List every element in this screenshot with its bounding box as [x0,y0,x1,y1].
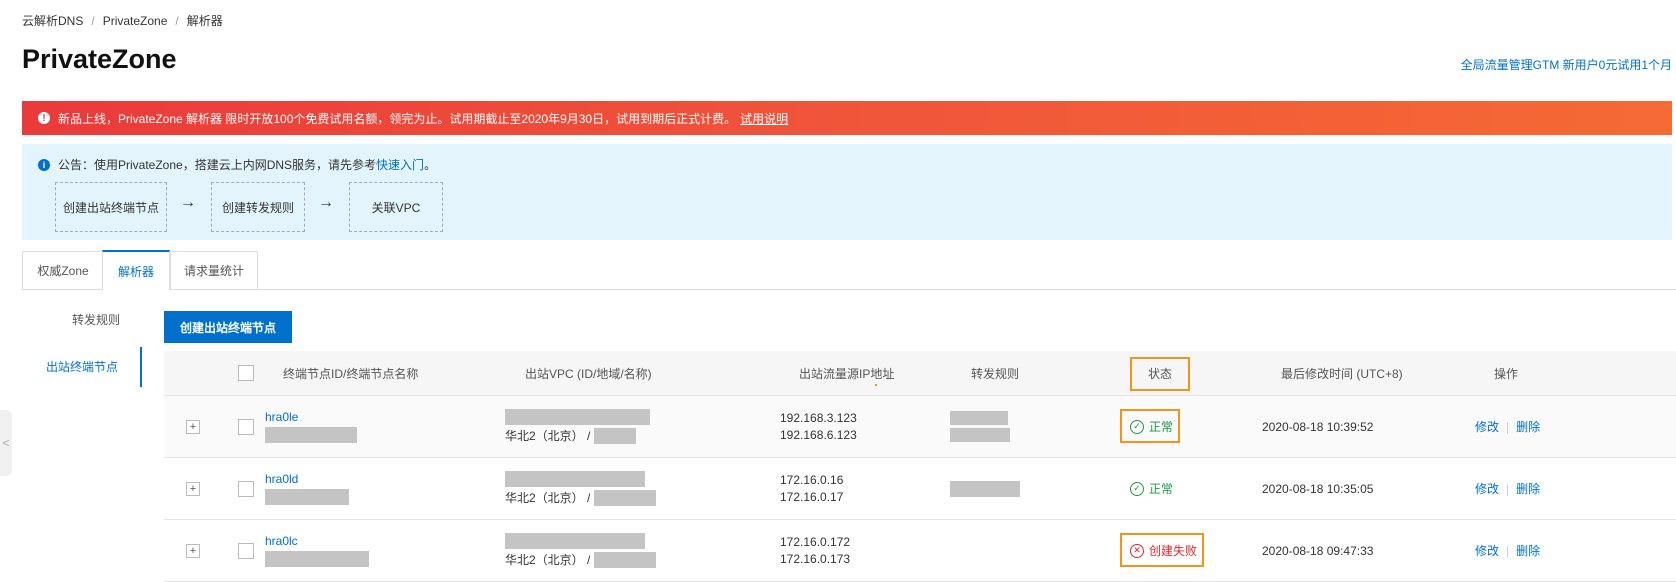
table-row: + hra0lc 华北2（北京） / 172.16.0.172 172.16.0… [164,520,1676,582]
page-title: PrivateZone [22,44,177,74]
side-nav: 转发规则 出站终端节点 [22,300,142,387]
modified-time: 2020-08-18 09:47:33 [1262,543,1374,558]
header-vpc: 出站VPC (ID/地域/名称) [525,366,652,381]
source-ip: 192.168.6.123 [780,427,857,442]
redacted-vpc-name [594,489,657,506]
chevron-left-icon: < [2,436,10,450]
collapse-handle[interactable]: < [0,410,12,476]
endpoint-id-link[interactable]: hra0le [265,410,357,424]
breadcrumb-dns[interactable]: 云解析DNS [22,14,83,28]
header-ip: 出站流量源IP地址 [799,366,895,381]
endpoint-id-link[interactable]: hra0lc [265,534,369,548]
table-row: + hra0ld 华北2（北京） / 172.16.0.16 172.16.0.… [164,458,1676,520]
source-ip: 172.16.0.173 [780,551,851,566]
endpoints-table: 终端节点ID/终端节点名称 出站VPC (ID/地域/名称) 出站流量源IP地址… [164,351,1676,582]
expand-button[interactable]: + [186,458,200,519]
redacted-name [265,551,369,567]
arrow-right-icon: → [180,194,196,211]
step-create-rule: 创建转发规则 [211,182,305,232]
redacted-vpc-id [505,409,650,425]
notice-text: 公告：使用PrivateZone，搭建云上内网DNS服务，请先参考 [58,158,377,172]
divider: | [1506,481,1510,496]
redacted-name [265,427,357,443]
banner-text: 新品上线，PrivateZone 解析器 限时开放100个免费试用名额，领完为止… [58,111,737,126]
header-modified: 最后修改时间 (UTC+8) [1281,366,1403,381]
breadcrumb: 云解析DNS / PrivateZone / 解析器 [22,12,223,29]
delete-link[interactable]: 删除 [1516,480,1540,497]
edit-link[interactable]: 修改 [1475,542,1499,559]
redacted-vpc-id [505,471,645,487]
highlight-dot [875,384,877,386]
redacted-vpc-id [505,533,645,549]
gtm-promo-link[interactable]: 全局流量管理GTM 新用户0元试用1个月 [1461,56,1672,73]
notice-panel: i 公告：使用PrivateZone，搭建云上内网DNS服务，请先参考 快速入门。… [22,144,1672,240]
redacted-rule [950,428,1010,442]
source-ip: 172.16.0.172 [780,534,851,549]
divider: | [1506,419,1510,434]
edit-link[interactable]: 修改 [1475,480,1499,497]
vpc-region: 华北2（北京） / [505,429,591,443]
modified-time: 2020-08-18 10:35:05 [1262,481,1374,496]
side-nav-outbound-endpoints[interactable]: 出站终端节点 [22,347,142,387]
notice-line: i 公告：使用PrivateZone，搭建云上内网DNS服务，请先参考 快速入门。 [38,156,436,173]
step-associate-vpc: 关联VPC [349,182,443,232]
redacted-rule [950,411,1008,425]
arrow-right-icon: → [318,194,334,211]
breadcrumb-separator: / [91,14,95,28]
status-highlight-box [1120,409,1180,443]
breadcrumb-resolver: 解析器 [186,14,223,28]
modified-time: 2020-08-18 10:39:52 [1262,419,1374,434]
table-row: + hra0le 华北2（北京） / 192.168.3.123 192.168… [164,396,1676,458]
row-checkbox[interactable] [238,396,254,457]
status-highlight-box [1120,533,1204,567]
select-all-checkbox[interactable] [238,351,254,395]
redacted-vpc-name [594,551,657,568]
redacted-vpc-name [594,427,637,444]
header-id: 终端节点ID/终端节点名称 [283,366,419,381]
delete-link[interactable]: 删除 [1516,418,1540,435]
promo-banner: ! 新品上线，PrivateZone 解析器 限时开放100个免费试用名额，领完… [22,101,1672,135]
source-ip: 192.168.3.123 [780,410,857,425]
edit-link[interactable]: 修改 [1475,418,1499,435]
breadcrumb-separator: / [175,14,179,28]
header-ops: 操作 [1494,366,1519,381]
breadcrumb-privatezone[interactable]: PrivateZone [103,14,168,28]
status-highlight-box [1130,357,1190,391]
vpc-region: 华北2（北京） / [505,553,591,567]
row-checkbox[interactable] [238,458,254,519]
redacted-rule [950,480,1020,497]
info-icon: ! [38,112,50,124]
status-badge: ✓ 正常 [1130,480,1173,497]
delete-link[interactable]: 删除 [1516,542,1540,559]
vpc-region: 华北2（北京） / [505,491,591,505]
redacted-name [265,489,349,505]
header-rules: 转发规则 [971,366,1020,381]
info-icon: i [38,158,50,171]
tab-bar: 权威Zone 解析器 请求量统计 [22,250,1676,290]
trial-info-link[interactable]: 试用说明 [740,110,788,127]
notice-suffix: 。 [424,158,437,172]
source-ip: 172.16.0.17 [780,489,844,504]
side-nav-forwarding-rules[interactable]: 转发规则 [22,300,142,340]
tab-authoritative-zone[interactable]: 权威Zone [22,251,104,289]
expand-button[interactable]: + [186,520,200,581]
divider: | [1506,543,1510,558]
table-header: 终端节点ID/终端节点名称 出站VPC (ID/地域/名称) 出站流量源IP地址… [164,351,1676,396]
check-circle-icon: ✓ [1130,481,1144,496]
row-checkbox[interactable] [238,520,254,581]
step-create-endpoint: 创建出站终端节点 [55,182,167,232]
expand-button[interactable]: + [186,396,200,457]
endpoint-id-link[interactable]: hra0ld [265,472,349,486]
source-ip: 172.16.0.16 [780,472,844,487]
tab-request-stats[interactable]: 请求量统计 [170,251,258,289]
create-endpoint-button[interactable]: 创建出站终端节点 [164,311,292,343]
quick-start-link[interactable]: 快速入门 [376,156,424,173]
tab-resolver[interactable]: 解析器 [102,250,170,290]
